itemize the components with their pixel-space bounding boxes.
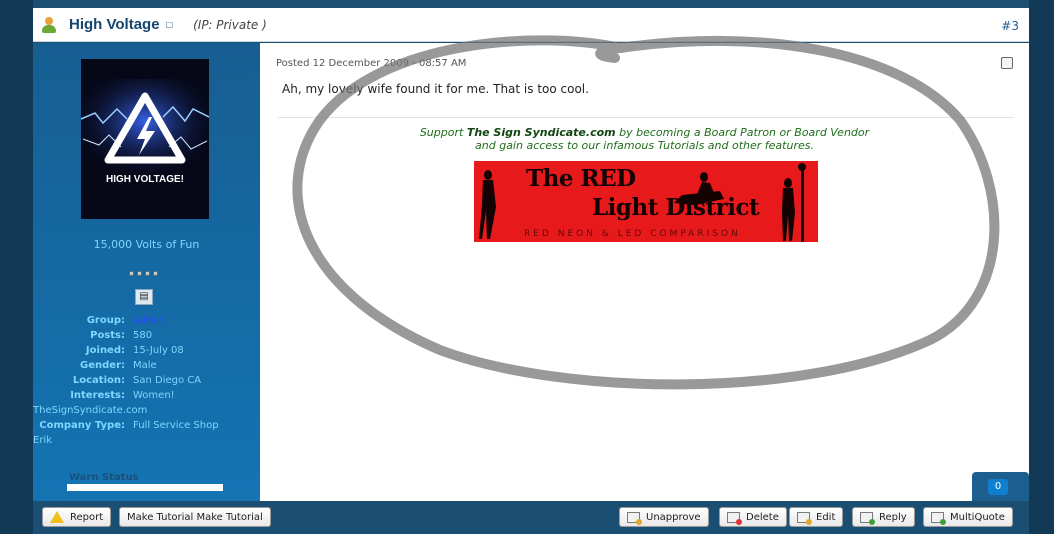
- unapprove-icon: [627, 511, 642, 525]
- delete-label: Delete: [746, 511, 779, 523]
- edit-icon: [797, 511, 812, 525]
- banner-subtitle: RED NEON & LED COMPARISON: [524, 229, 741, 239]
- profile-value: San Diego CA: [133, 375, 202, 386]
- right-edge: [1029, 0, 1054, 534]
- reply-icon: [860, 511, 875, 525]
- report-button[interactable]: Report: [42, 507, 112, 527]
- reputation-box: 0: [972, 472, 1029, 501]
- profile-label: Posts:: [90, 330, 125, 341]
- user-icon: [41, 16, 57, 34]
- profile-row-posts: Posts: 580: [33, 330, 260, 345]
- profile-row-location: Location: San Diego CA: [33, 375, 260, 390]
- reputation-count[interactable]: 0: [988, 479, 1008, 495]
- profile-row-group: Group: Admin: [33, 315, 260, 330]
- reply-button[interactable]: Reply: [852, 507, 915, 527]
- signature-divider: [278, 117, 1014, 118]
- rank-pips: [129, 271, 158, 276]
- warn-status-bar: [67, 484, 223, 491]
- company-wrapped-text: Erik: [33, 435, 52, 446]
- warn-status-label: Warn Status: [69, 472, 139, 483]
- delete-icon: [727, 511, 742, 525]
- author-name-link[interactable]: High Voltage: [69, 16, 160, 33]
- edit-label: Edit: [816, 511, 836, 523]
- report-label: Report: [70, 511, 104, 523]
- high-voltage-avatar-image: HIGH VOLTAGE!: [81, 59, 209, 219]
- make-tutorial-label: Make Tutorial Make Tutorial: [127, 511, 263, 523]
- edit-button[interactable]: Edit: [789, 507, 844, 527]
- profile-value: 580: [133, 330, 153, 341]
- top-strip: [33, 0, 1029, 8]
- profile-label: Joined:: [85, 345, 125, 356]
- syndicate-link[interactable]: The Sign Syndicate.com: [467, 126, 616, 139]
- banner-title-line1: The RED: [526, 165, 636, 192]
- user-title: 15,000 Volts of Fun: [93, 238, 200, 251]
- multiquote-button[interactable]: MultiQuote: [923, 507, 1013, 527]
- posted-date: Posted 12 December 2009 - 08:57 AM: [276, 58, 467, 69]
- profile-row-interests: Interests: Women!: [33, 390, 260, 405]
- external-link-icon[interactable]: □: [166, 20, 174, 29]
- profile-value: Women!: [133, 390, 175, 401]
- signature-banner[interactable]: The RED Light District RED NEON & LED CO…: [474, 161, 818, 242]
- unapprove-label: Unapprove: [646, 511, 701, 523]
- multiquote-label: MultiQuote: [950, 511, 1005, 523]
- post-number-link[interactable]: #3: [1001, 19, 1019, 33]
- profile-label: Company Type:: [39, 420, 125, 431]
- group-link[interactable]: Admin: [133, 315, 165, 330]
- post-header: High Voltage □ (IP: Private ) #3: [33, 8, 1029, 42]
- banner-title-line2: Light District: [592, 194, 760, 221]
- profile-row-company: Company Type: Full Service Shop: [33, 420, 260, 435]
- profile-label: Group:: [86, 315, 125, 326]
- post-content: Posted 12 December 2009 - 08:57 AM Ah, m…: [260, 43, 1029, 501]
- avatar[interactable]: HIGH VOLTAGE!: [81, 59, 209, 219]
- author-sidebar: HIGH VOLTAGE! 15,000 Volts of Fun ▤ Grou…: [33, 43, 260, 501]
- profile-row-joined: Joined: 15-July 08: [33, 345, 260, 360]
- delete-button[interactable]: Delete: [719, 507, 787, 527]
- profile-row-gender: Gender: Male: [33, 360, 260, 375]
- profile-label: Location:: [72, 375, 125, 386]
- unapprove-button[interactable]: Unapprove: [619, 507, 709, 527]
- profile-value: 15-July 08: [133, 345, 184, 356]
- profile-value: Male: [133, 360, 157, 371]
- post-body: Ah, my lovely wife found it for me. That…: [282, 82, 589, 96]
- profile-fields: Group: Admin Posts: 580 Joined: 15-July …: [33, 315, 260, 450]
- post-footer: Report Make Tutorial Make Tutorial Unapp…: [33, 501, 1029, 534]
- profile-label: Interests:: [70, 390, 125, 401]
- avatar-caption: HIGH VOLTAGE!: [106, 174, 184, 185]
- book-icon[interactable]: ▤: [135, 289, 153, 305]
- ip-address: (IP: Private ): [193, 17, 267, 32]
- profile-value: Full Service Shop: [133, 420, 219, 431]
- reply-label: Reply: [879, 511, 907, 523]
- profile-label: Gender:: [80, 360, 125, 371]
- select-post-checkbox[interactable]: [1001, 57, 1013, 69]
- left-edge: [0, 0, 33, 534]
- warning-icon: [50, 511, 64, 523]
- multiquote-icon: [931, 511, 946, 525]
- signature-text: Support The Sign Syndicate.com by becomi…: [419, 126, 870, 152]
- interests-wrapped-text: TheSignSyndicate.com: [33, 405, 148, 416]
- make-tutorial-button[interactable]: Make Tutorial Make Tutorial: [119, 507, 271, 527]
